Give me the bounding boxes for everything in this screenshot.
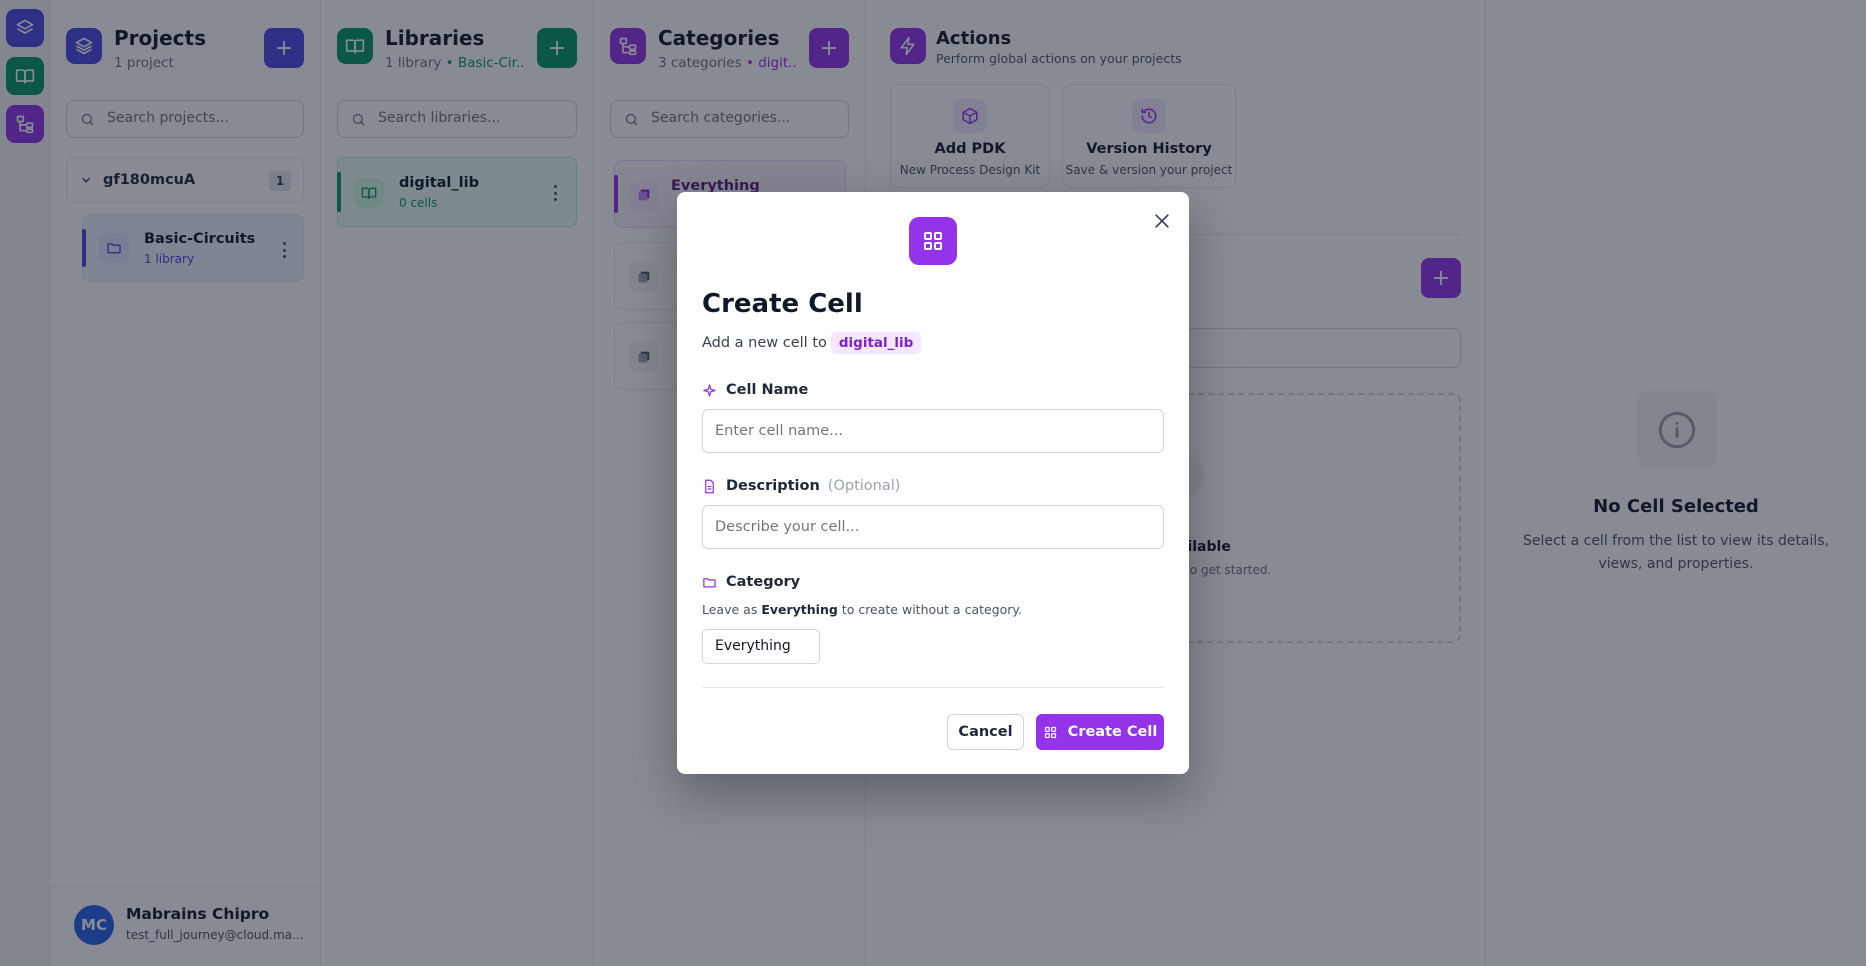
grid-icon [1044, 726, 1056, 738]
close-icon[interactable] [1151, 210, 1173, 232]
create-cell-label: Create Cell [1067, 724, 1158, 740]
create-cell-button[interactable]: Create Cell [1036, 714, 1164, 750]
cell-name-input[interactable] [702, 409, 1164, 453]
cell-name-label: Cell Name [702, 382, 808, 398]
dialog-divider [702, 687, 1164, 688]
category-label: Category [702, 574, 800, 590]
optional-hint: (Optional) [827, 478, 901, 494]
dialog-subtitle: Add a new cell to digital_lib [702, 332, 922, 354]
create-cell-dialog: Create Cell Add a new cell to digital_li… [677, 192, 1189, 774]
document-icon [705, 479, 714, 493]
folder-icon [703, 577, 716, 587]
category-hint: Leave as Everything to create without a … [702, 602, 1023, 617]
description-label: Description (Optional) [702, 478, 900, 494]
library-badge: digital_lib [830, 332, 922, 354]
dialog-subtitle-text: Add a new cell to [702, 335, 827, 351]
grid-icon [909, 217, 957, 265]
cancel-button[interactable]: Cancel [947, 714, 1024, 750]
category-select[interactable]: Everything [702, 629, 820, 664]
dialog-title: Create Cell [702, 289, 863, 319]
sparkle-icon [703, 383, 716, 397]
description-input[interactable] [702, 505, 1164, 549]
